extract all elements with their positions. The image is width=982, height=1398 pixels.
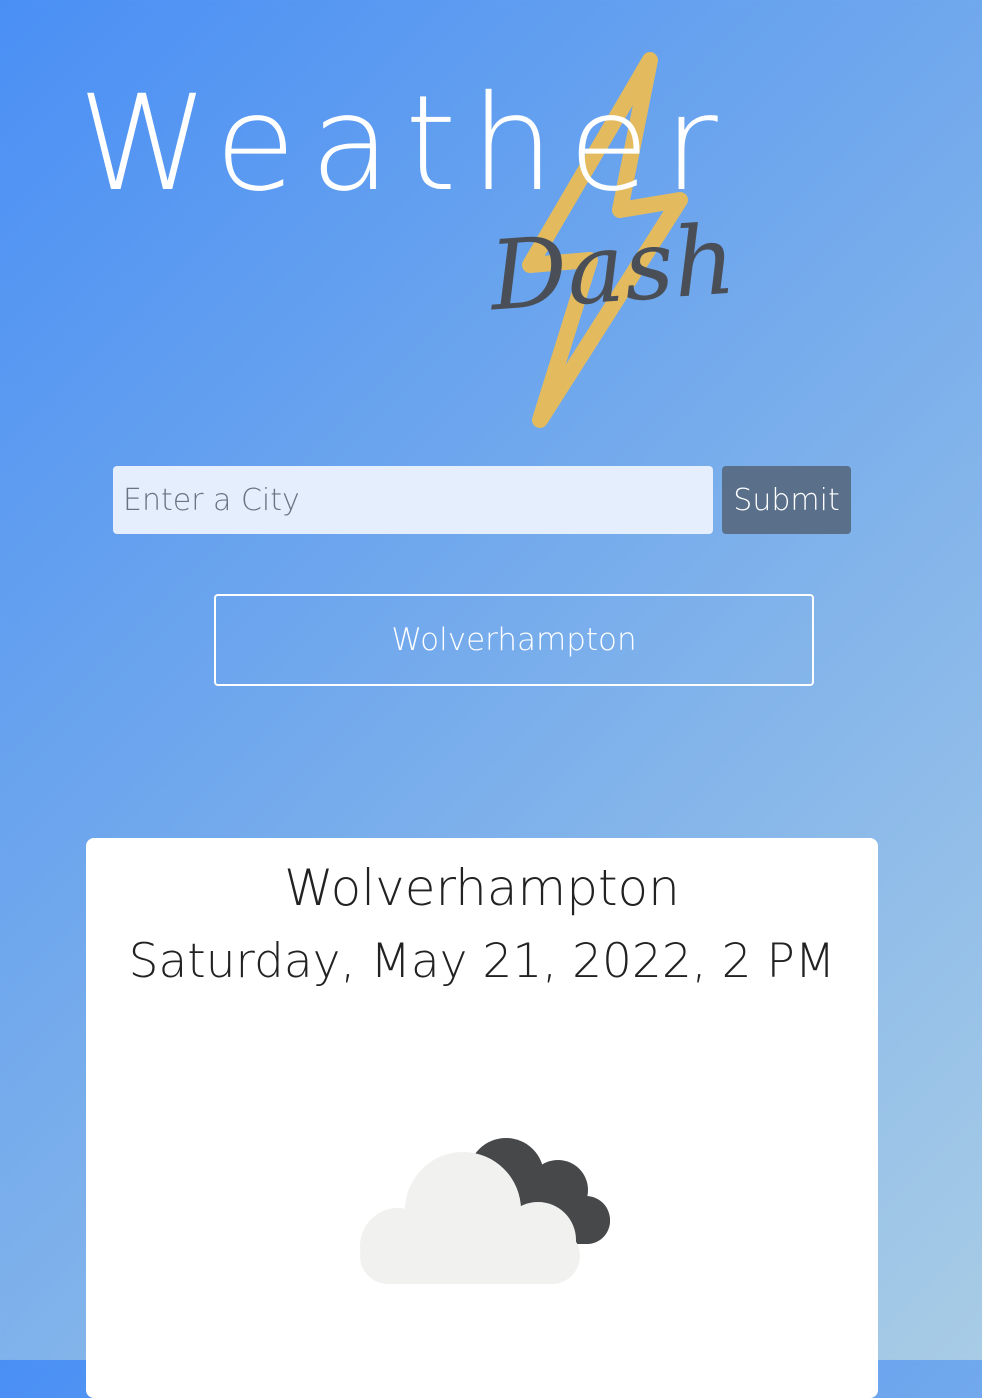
card-datetime: Saturday, May 21, 2022, 2 PM [128, 934, 836, 989]
current-weather-card: Wolverhampton Saturday, May 21, 2022, 2 … [86, 838, 878, 1398]
city-search-input[interactable] [113, 466, 713, 534]
logo-wordmark: Weather [78, 67, 732, 221]
history-city-button[interactable]: Wolverhampton [214, 594, 814, 686]
card-city-name: Wolverhampton [284, 859, 680, 917]
search-form: Submit [113, 466, 851, 534]
submit-button[interactable]: Submit [722, 466, 851, 534]
app-logo: Weather Dash [70, 50, 900, 430]
logo-script-text: Dash [486, 203, 739, 333]
broken-clouds-icon [360, 1138, 610, 1284]
